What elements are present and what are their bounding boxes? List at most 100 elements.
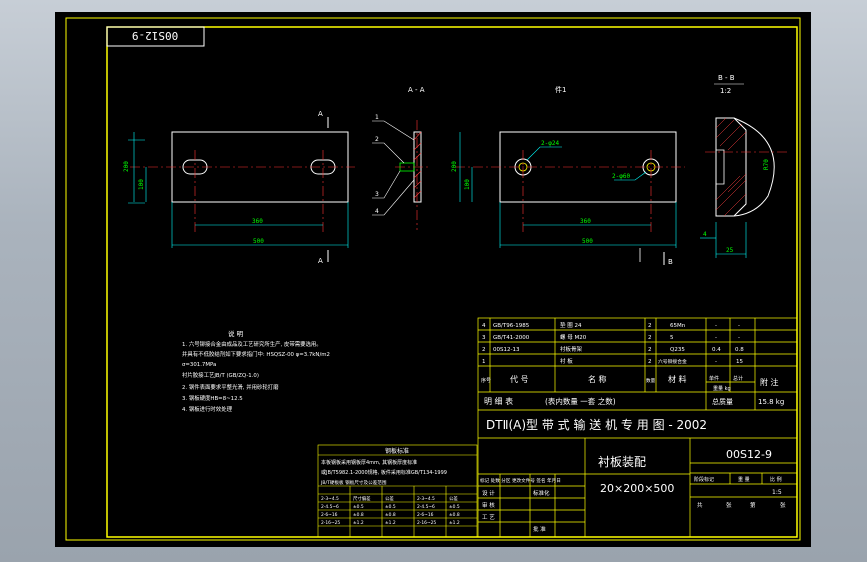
bom-header-cell: 序号 — [481, 377, 491, 384]
bom-cell: - — [715, 335, 717, 341]
tech-title: 钢板标准 — [385, 447, 409, 455]
notes-line: 4. 钢板进行时效处理 — [182, 405, 233, 413]
callout-4: 4 — [375, 208, 379, 215]
tech-cell: ±0.5 — [449, 504, 460, 510]
dim-left-hole: 360 — [252, 218, 263, 225]
bom-cell: - — [715, 323, 717, 329]
bom-cell: 65Mn — [670, 323, 686, 329]
bom-cell: - — [738, 335, 740, 341]
tech-cell: 尺寸偏差 — [353, 495, 371, 502]
tech-cell: 2-16~25 — [417, 520, 436, 526]
bom-cell: - — [715, 359, 717, 365]
bom-header-cell: 名 称 — [588, 374, 607, 384]
bom-summary-label: 明 细 表 — [484, 396, 513, 406]
hole-note-b: 2-φ60 — [612, 173, 630, 180]
bom-cell: 0.4 — [712, 347, 721, 353]
bom-cell: GB/T41-2000 — [493, 335, 530, 341]
section-mark-bottom: A — [318, 257, 323, 265]
bom-cell: 4 — [482, 323, 486, 329]
bom-cell: 5 — [670, 335, 674, 341]
scale-label: 比 例 — [770, 476, 782, 483]
section-aa-label: A - A — [408, 86, 425, 94]
bom-cell: 螺 母 M20 — [560, 333, 587, 341]
bom-cell: GB/T96-1985 — [493, 323, 530, 329]
bom-cell: 00S12-13 — [493, 347, 520, 353]
sheet-unit: 张 — [780, 501, 786, 509]
tech-cell: 2-4.5~6 — [321, 504, 339, 510]
cad-drawing: 00S12-9 A A 200 100 360 500 A - A 1 2 3 … — [55, 12, 811, 547]
notes-line: 2. 钢件表面要求平整光滑, 并用砂轮打磨 — [182, 383, 279, 391]
dim-mid-hole: 360 — [580, 218, 591, 225]
bom-cell: 垫 圈 24 — [560, 321, 582, 329]
drawing-no-mirrored: 00S12-9 — [132, 29, 178, 42]
tech-cell: 2-3~4.5 — [321, 496, 339, 502]
bom-header-cell: 材 料 — [668, 374, 687, 384]
title-drawing-no: 00S12-9 — [726, 448, 772, 461]
bom-summary-note: (表内数量 一套 之数) — [545, 396, 616, 406]
sign-row-label: 工 艺 — [482, 514, 495, 521]
bom-cell: 衬 板 — [560, 357, 573, 365]
part-name: 衬板装配 — [598, 455, 646, 469]
dim-mid-height: 200 — [451, 161, 458, 172]
tech-line: JB/T硬板板 钢板尺寸及公差范围 — [320, 479, 387, 486]
bom-cell: 2 — [482, 347, 486, 353]
bb-mark: B — [668, 258, 673, 266]
dim-mid-length: 500 — [582, 238, 593, 245]
tech-cell: ±1.2 — [353, 520, 364, 526]
dim-left-half: 100 — [138, 179, 145, 190]
stage-label: 阶段标记 — [694, 476, 714, 483]
sign-row-label: 标准化 — [533, 489, 550, 497]
bom-cell: - — [738, 323, 740, 329]
tech-cell: 2-3~4.5 — [417, 496, 435, 502]
tech-cell: ±0.8 — [353, 512, 364, 518]
tech-line: 本板钢板采用钢板厚4mm, 其钢板厚度标准 — [321, 459, 417, 466]
tech-cell: ±0.5 — [385, 504, 396, 510]
bom-cell: 2 — [648, 335, 652, 341]
bom-header-cell: 总计 — [733, 375, 743, 382]
callout-2: 2 — [375, 136, 379, 143]
scale-value: 1:5 — [772, 489, 782, 496]
bom-cell: 1 — [482, 359, 486, 365]
total-weight-value: 15.8 kg — [758, 398, 784, 406]
drawing-canvas — [55, 12, 811, 547]
dim-bb-radius: R70 — [763, 159, 770, 170]
dim-left-height: 200 — [123, 161, 130, 172]
tech-cell: ±0.8 — [449, 512, 460, 518]
tech-cell: ±0.5 — [353, 504, 364, 510]
tech-cell: 2-6~16 — [417, 512, 434, 518]
bom-cell: Q235 — [670, 347, 685, 353]
dim-bb-width: 25 — [726, 247, 734, 254]
bom-cell: 衬板骨架 — [560, 345, 583, 353]
bom-cell: 15 — [736, 359, 743, 365]
bom-header-cell: 附 注 — [760, 377, 779, 387]
weight-label: 重 量 — [738, 476, 750, 483]
bom-cell: 六号铆接合金 — [658, 358, 687, 365]
bom-cell: 2 — [648, 347, 652, 353]
bom-header-cell: 代 号 — [510, 374, 529, 384]
dim-mid-half: 100 — [464, 179, 471, 190]
total-weight-label: 总质量 — [712, 397, 733, 406]
tech-line: 或JB/T5982.1-2000规格, 板件采用标准GB/T134-1999 — [321, 469, 447, 476]
notes-line: 3. 钢板硬度HB=8~12.5 — [182, 394, 243, 402]
notes-line: 并具有不低胶结剂如下要求指门中: HSQSZ-00 φ=3.7kN/m2 — [182, 350, 330, 358]
bom-header-cell: 单件 — [709, 375, 719, 382]
main-title: DTⅡ(A)型 带 式 输 送 机 专 用 图 - 2002 — [486, 417, 707, 432]
part1-label: 件1 — [555, 85, 566, 94]
sheet-no-label: 第 — [750, 501, 756, 509]
bom-cell: 3 — [482, 335, 486, 341]
callout-3: 3 — [375, 191, 379, 198]
tech-cell: 公差 — [449, 495, 458, 502]
section-mark-top: A — [318, 110, 323, 118]
part-size: 20×200×500 — [600, 482, 674, 495]
notes-line: 1. 六号铆接合金由成品及工艺研究所生产, 皮带需要选用。 — [182, 340, 322, 348]
tech-cell: 2-16~25 — [321, 520, 340, 526]
sign-row-label: 审 核 — [482, 501, 495, 509]
tech-cell: ±1.2 — [385, 520, 396, 526]
bom-cell: 2 — [648, 323, 652, 329]
callout-1: 1 — [375, 114, 379, 121]
hole-note-a: 2-φ24 — [541, 140, 559, 147]
bom-cell: 2 — [648, 359, 652, 365]
bom-cell: 0.8 — [735, 347, 744, 353]
notes-line: σ=301.7MPa — [182, 362, 216, 368]
tech-cell: 2-4.5~6 — [417, 504, 435, 510]
